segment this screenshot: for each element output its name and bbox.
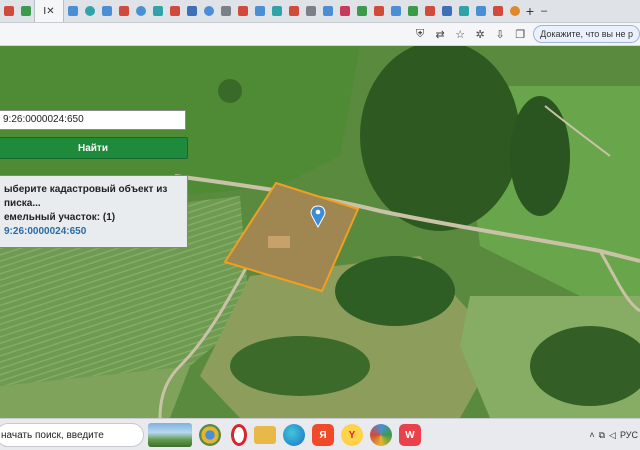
tab[interactable]: [234, 0, 251, 22]
tab[interactable]: [319, 0, 336, 22]
tab[interactable]: [183, 0, 200, 22]
result-panel: ыберите кадастровый объект из писка... е…: [0, 175, 188, 248]
tab[interactable]: [506, 0, 523, 22]
tab-favicon-icon: [441, 6, 452, 16]
tab[interactable]: [455, 0, 472, 22]
tab[interactable]: [336, 0, 353, 22]
tab-favicon-icon: [322, 6, 333, 16]
tab-favicon-icon: [237, 6, 248, 16]
browser-toolbar: ⛨ ⇄ ☆ ✲ ⇩ ❐ Докажите, что вы не р: [0, 23, 640, 46]
tab-favicon-icon: [254, 6, 265, 16]
language-indicator[interactable]: РУС: [620, 430, 638, 440]
tab-favicon-icon: [3, 6, 14, 16]
tab[interactable]: [404, 0, 421, 22]
new-tab-button[interactable]: +: [523, 3, 537, 19]
volume-icon[interactable]: ◁: [609, 430, 616, 441]
wps-office-icon[interactable]: W: [399, 424, 421, 446]
minimize-icon[interactable]: –: [537, 5, 551, 17]
opera-icon[interactable]: [231, 424, 247, 446]
tab[interactable]: [115, 0, 132, 22]
tab[interactable]: [285, 0, 302, 22]
tab[interactable]: [268, 0, 285, 22]
result-line: емельный участок: (1): [4, 212, 116, 223]
tab-favicon-icon: [169, 6, 180, 16]
tab-favicon-icon: [458, 6, 469, 16]
tab-favicon-icon: [390, 6, 401, 16]
tab[interactable]: [64, 0, 81, 22]
tab-favicon-icon: [288, 6, 299, 16]
taskbar-search-input[interactable]: начать поиск, введите: [0, 423, 144, 447]
tab-favicon-icon: [152, 6, 163, 16]
tab-favicon-icon: [84, 6, 95, 16]
tab-favicon-icon: [356, 6, 367, 16]
find-button[interactable]: Найти: [0, 137, 188, 159]
tab[interactable]: [489, 0, 506, 22]
browser-tab-bar: I ✕ + –: [0, 0, 640, 23]
tab[interactable]: [370, 0, 387, 22]
tab[interactable]: [132, 0, 149, 22]
tab-favicon-icon: [118, 6, 129, 16]
tab[interactable]: [166, 0, 183, 22]
tab[interactable]: [17, 0, 34, 22]
cadastral-search-input[interactable]: 9:26:0000024:650: [0, 110, 186, 130]
tab-favicon-icon: [492, 6, 503, 16]
tab[interactable]: [302, 0, 319, 22]
chrome-icon[interactable]: [199, 424, 221, 446]
tab-favicon-icon: [339, 6, 350, 16]
cadastral-number-link[interactable]: 9:26:0000024:650: [4, 225, 182, 239]
tab-favicon-icon: [271, 6, 282, 16]
network-icon[interactable]: ⧉: [599, 430, 605, 441]
tab[interactable]: [217, 0, 234, 22]
result-line: писка...: [4, 198, 41, 209]
edge-icon[interactable]: [283, 424, 305, 446]
chevron-up-icon[interactable]: ˄: [589, 430, 594, 440]
tab[interactable]: [387, 0, 404, 22]
tab-favicon-icon: [20, 6, 31, 16]
tab-favicon-icon: [407, 6, 418, 16]
tab-favicon-icon: [373, 6, 384, 16]
tab-close-icon[interactable]: ✕: [46, 6, 54, 17]
tab-favicon-icon: [509, 6, 520, 16]
system-tray: ˄ ⧉ ◁ РУС: [587, 430, 640, 441]
tab-favicon-icon: [220, 6, 231, 16]
tab-favicon-icon: [203, 6, 214, 16]
tab[interactable]: [438, 0, 455, 22]
tab[interactable]: [149, 0, 166, 22]
result-line: ыберите кадастровый объект из: [4, 184, 168, 195]
tab[interactable]: [200, 0, 217, 22]
folder-icon[interactable]: [254, 426, 276, 444]
collections-icon[interactable]: ❐: [512, 26, 528, 42]
search-highlight-image[interactable]: [148, 423, 192, 447]
proofread-button[interactable]: Докажите, что вы не р: [533, 25, 640, 43]
tab-favicon-icon: [305, 6, 316, 16]
tab[interactable]: [0, 0, 17, 22]
tab[interactable]: [472, 0, 489, 22]
download-icon[interactable]: ⇩: [492, 26, 508, 42]
tab-favicon-icon: [101, 6, 112, 16]
tab[interactable]: [81, 0, 98, 22]
satellite-map[interactable]: 9:26:0000024:650 Найти ыберите кадастров…: [0, 46, 640, 418]
tab-favicon-icon: [135, 6, 146, 16]
translate-icon[interactable]: ⇄: [432, 26, 448, 42]
tab-active[interactable]: I ✕: [34, 0, 64, 22]
shield-icon[interactable]: ⛨: [412, 26, 428, 42]
tab-favicon-icon: [67, 6, 78, 16]
tab[interactable]: [98, 0, 115, 22]
tab[interactable]: [251, 0, 268, 22]
tab-favicon-icon: [186, 6, 197, 16]
yandex-icon[interactable]: Я: [312, 424, 334, 446]
tab-favicon-icon: [475, 6, 486, 16]
extension-icon[interactable]: ✲: [472, 26, 488, 42]
bookmark-icon[interactable]: ☆: [452, 26, 468, 42]
tab[interactable]: [353, 0, 370, 22]
tab[interactable]: [421, 0, 438, 22]
yandex-browser-icon[interactable]: Y: [341, 424, 363, 446]
tab-favicon-icon: [424, 6, 435, 16]
taskbar: начать поиск, введите Я Y W ˄ ⧉ ◁ РУС: [0, 418, 640, 450]
chromium-icon[interactable]: [370, 424, 392, 446]
